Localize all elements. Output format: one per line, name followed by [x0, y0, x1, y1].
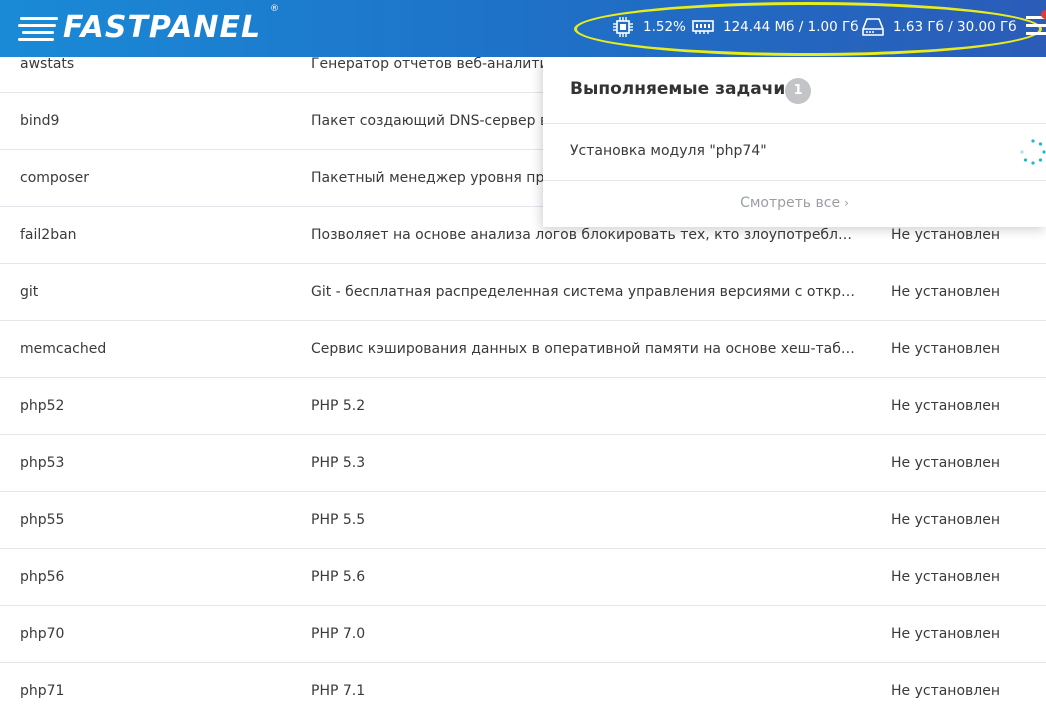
table-row[interactable]: php53 PHP 5.3 Не установлен: [0, 435, 1046, 492]
module-description: PHP 5.3: [311, 455, 366, 471]
popup-title: Выполняемые задачи: [570, 79, 786, 99]
module-status: Не установлен: [891, 455, 1000, 471]
registered-mark: ®: [270, 4, 279, 14]
module-description: Git - бесплатная распределенная система …: [311, 284, 856, 300]
table-row[interactable]: php52 PHP 5.2 Не установлен: [0, 378, 1046, 435]
module-status: Не установлен: [891, 284, 1000, 300]
cpu-icon: [613, 17, 633, 37]
module-name: php52: [20, 398, 65, 414]
ram-value: 124.44 Мб / 1.00 Гб: [723, 19, 859, 35]
module-name: php53: [20, 455, 65, 471]
ram-stat: 124.44 Мб / 1.00 Гб: [692, 17, 859, 37]
module-description: PHP 5.2: [311, 398, 366, 414]
module-description: PHP 7.0: [311, 626, 366, 642]
module-status: Не установлен: [891, 569, 1000, 585]
memory-icon: [692, 20, 714, 34]
logo-mark-icon: [18, 13, 60, 43]
logo-text: FASTPANEL: [63, 10, 262, 45]
view-all-label: Смотреть все: [740, 195, 841, 211]
table-row[interactable]: php71 PHP 7.1 Не установлен: [0, 663, 1046, 710]
module-name: fail2ban: [20, 227, 77, 243]
notification-dot: [1041, 10, 1046, 19]
module-status: Не установлен: [891, 683, 1000, 699]
module-status: Не установлен: [891, 341, 1000, 357]
divider: [543, 123, 1046, 124]
cpu-stat: 1.52%: [612, 17, 686, 37]
module-name: bind9: [20, 113, 60, 129]
view-all-link[interactable]: Смотреть все ›: [543, 195, 1046, 211]
module-status: Не установлен: [891, 398, 1000, 414]
task-count-badge: 1: [785, 78, 811, 104]
task-item[interactable]: Установка модуля "php74": [570, 143, 767, 159]
module-status: Не установлен: [891, 626, 1000, 642]
table-row[interactable]: php55 PHP 5.5 Не установлен: [0, 492, 1046, 549]
module-name: php55: [20, 512, 65, 528]
module-description: Сервис кэширования данных в оперативной …: [311, 341, 856, 357]
cpu-value: 1.52%: [643, 19, 686, 35]
chevron-right-icon: ›: [844, 196, 849, 210]
module-description: PHP 5.6: [311, 569, 366, 585]
module-name: memcached: [20, 341, 107, 357]
module-description: PHP 7.1: [311, 683, 366, 699]
hard-drive-icon: [862, 18, 884, 36]
disk-value: 1.63 Гб / 30.00 Гб: [893, 19, 1017, 35]
module-name: git: [20, 284, 39, 300]
top-header: FASTPANEL ® 1.52% 124.44 Мб / 1.00 Гб 1.…: [0, 0, 1046, 57]
module-status: Не установлен: [891, 512, 1000, 528]
table-row[interactable]: php56 PHP 5.6 Не установлен: [0, 549, 1046, 606]
module-name: php70: [20, 626, 65, 642]
divider: [543, 180, 1046, 181]
module-name: composer: [20, 170, 90, 186]
disk-stat: 1.63 Гб / 30.00 Гб: [862, 17, 1017, 37]
module-name: php71: [20, 683, 65, 699]
fastpanel-logo[interactable]: FASTPANEL: [18, 9, 261, 47]
table-row[interactable]: memcached Сервис кэширования данных в опе…: [0, 321, 1046, 378]
loading-spinner-icon: [1020, 139, 1046, 165]
running-tasks-popup: Выполняемые задачи 1 Установка модуля "p…: [543, 57, 1046, 227]
module-description: PHP 5.5: [311, 512, 366, 528]
table-row[interactable]: php70 PHP 7.0 Не установлен: [0, 606, 1046, 663]
table-row[interactable]: git Git - бесплатная распределенная систе…: [0, 264, 1046, 321]
module-name: php56: [20, 569, 65, 585]
